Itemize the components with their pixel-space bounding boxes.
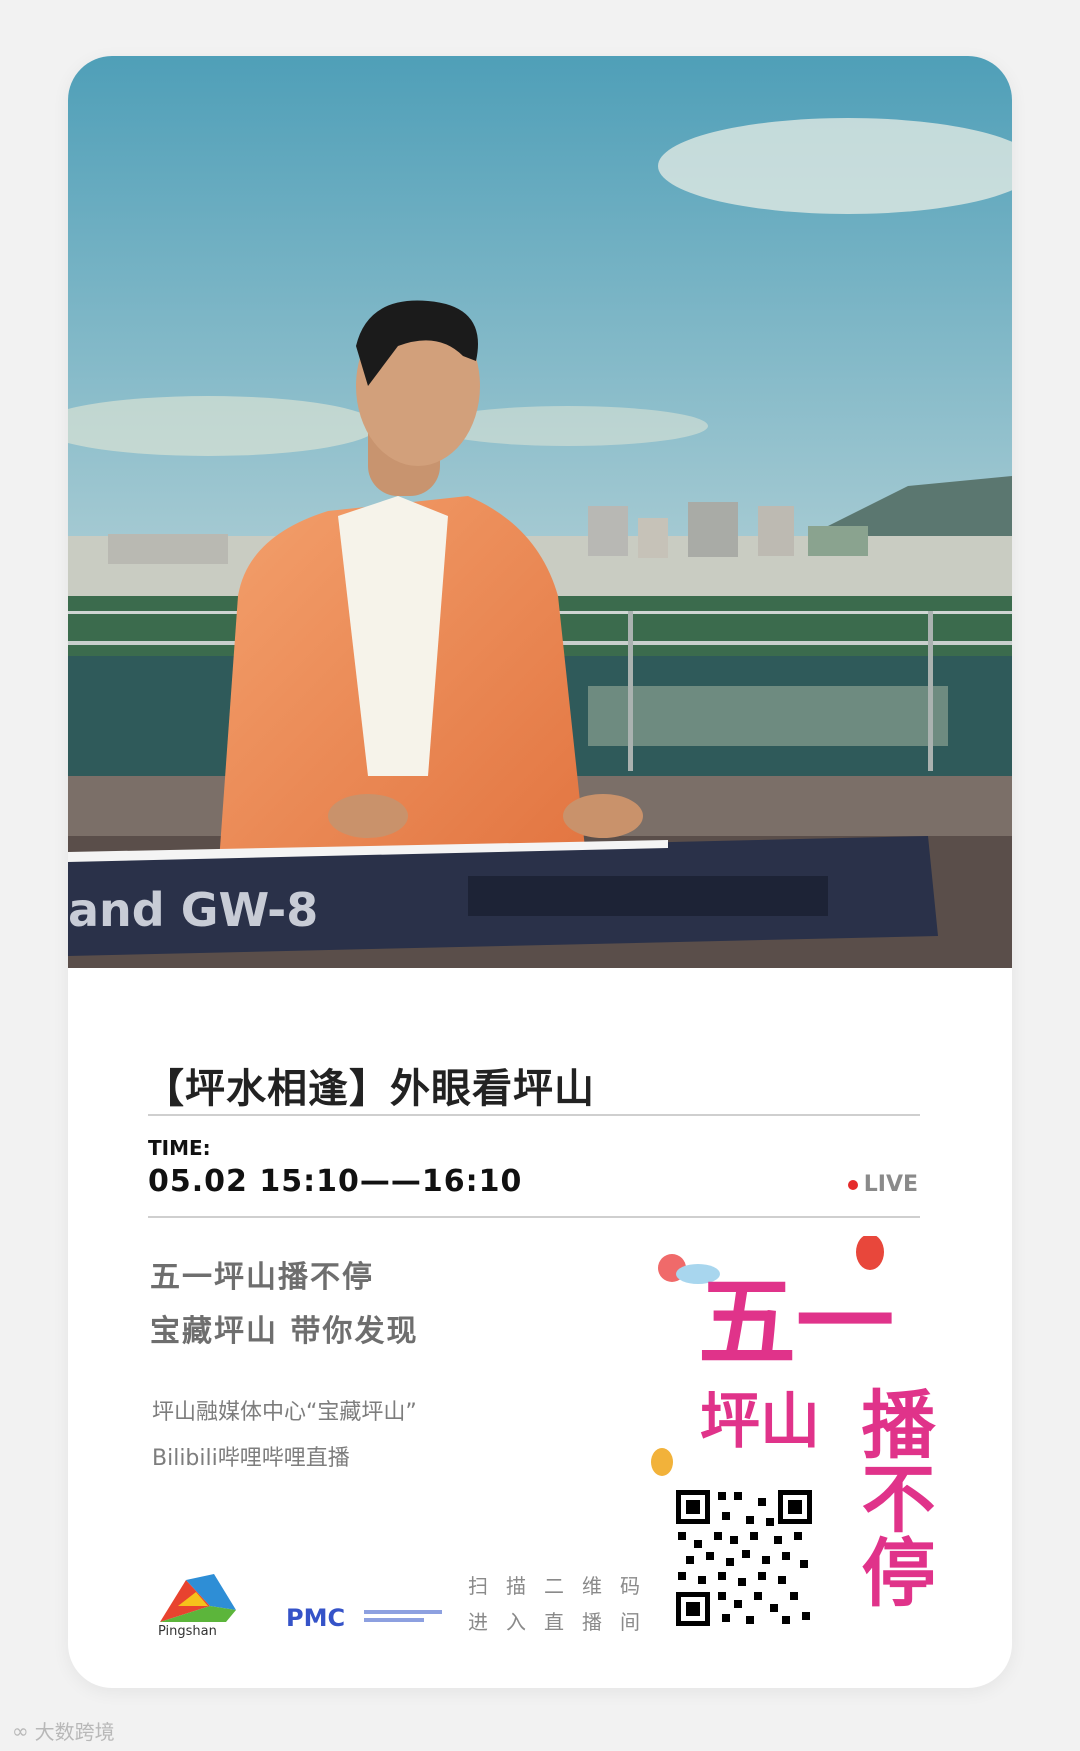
balloon-icon <box>856 1236 884 1270</box>
slogan-line-1: 五一坪山播不停 <box>150 1260 374 1295</box>
scan-instruction: 扫描二维码 进入直播间 <box>468 1568 658 1640</box>
balloon-icon-2 <box>651 1448 673 1476</box>
event-title: 【坪水相逢】外眼看坪山 <box>144 1066 595 1112</box>
time-value: 05.02 15:10——16:10 <box>148 1164 523 1199</box>
pingshan-logo-text: Pingshan <box>158 1624 217 1639</box>
poster-side-text: 播不停 <box>849 1386 935 1608</box>
pmc-logo: PMC <box>286 1604 442 1632</box>
watermark-text: 大数跨境 <box>34 1720 115 1744</box>
scan-line-2: 进入直播间 <box>468 1610 658 1634</box>
event-card: and GW-8 【坪水相逢】外眼看坪山 TIME: 05.02 15:10——… <box>68 56 1012 1688</box>
watermark: ∞ 大数跨境 <box>12 1716 115 1745</box>
keyboard-brand: and GW-8 <box>68 883 318 937</box>
scan-line-1: 扫描二维码 <box>468 1574 658 1598</box>
time-label: TIME: <box>148 1136 211 1160</box>
poster-sub-text: 坪山 <box>700 1387 820 1457</box>
live-dot-icon <box>847 1179 858 1190</box>
live-badge: LIVE <box>847 1172 918 1197</box>
info-line-2: Bilibili哔哩哔哩直播 <box>152 1446 350 1471</box>
slogan-line-2: 宝藏坪山 带你发现 <box>150 1314 419 1349</box>
info-line-1: 坪山融媒体中心“宝藏坪山” <box>152 1400 417 1425</box>
pingshan-logo <box>160 1574 236 1622</box>
qr-code[interactable] <box>674 1488 814 1628</box>
watermark-logo-icon: ∞ <box>12 1718 29 1743</box>
divider-bottom <box>148 1216 920 1218</box>
poster-main-text: 五一 <box>698 1266 894 1380</box>
pmc-logo-text: PMC <box>286 1604 345 1632</box>
live-label: LIVE <box>863 1172 918 1197</box>
divider-top <box>148 1114 920 1116</box>
event-photo: and GW-8 <box>68 56 1012 968</box>
